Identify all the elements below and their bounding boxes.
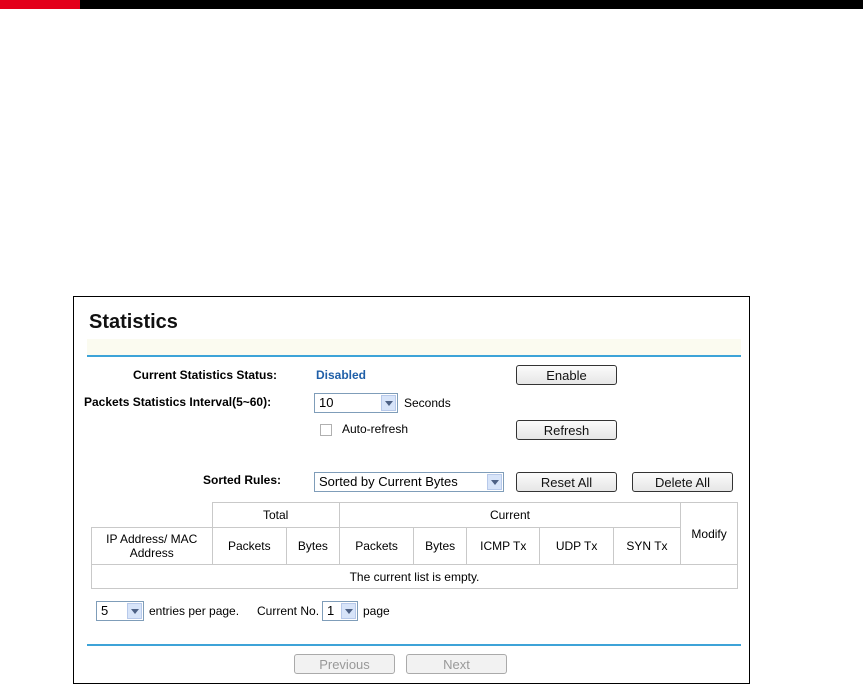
- header-current-bytes: Bytes: [413, 527, 468, 565]
- page-select[interactable]: 1: [322, 601, 358, 621]
- chevron-down-icon[interactable]: [341, 603, 356, 619]
- table-header-row-columns: IP Address/ MAC Address Packets Bytes Pa…: [91, 527, 738, 565]
- table-empty-row: The current list is empty.: [91, 564, 738, 589]
- enable-button[interactable]: Enable: [516, 365, 617, 385]
- title-band: [87, 339, 741, 355]
- status-label: Current Statistics Status:: [133, 368, 278, 382]
- header-total-bytes: Bytes: [286, 527, 340, 565]
- current-no-label: Current No.: [257, 604, 320, 618]
- status-value: Disabled: [316, 368, 367, 382]
- sorted-rules-value: Sorted by Current Bytes: [319, 474, 458, 489]
- refresh-button[interactable]: Refresh: [516, 420, 617, 440]
- next-button[interactable]: Next: [406, 654, 507, 674]
- entries-value: 5: [101, 603, 109, 618]
- interval-label: Packets Statistics Interval(5~60):: [84, 395, 272, 409]
- header-syn-tx: SYN Tx: [612, 527, 682, 565]
- header-total-packets: Packets: [211, 527, 288, 565]
- statistics-panel: Statistics Current Statistics Status: Di…: [73, 296, 750, 684]
- table-header-row-groups: Total Current Modify: [91, 502, 738, 565]
- header-blank: [91, 502, 213, 528]
- top-divider: [87, 355, 741, 357]
- header-current-packets: Packets: [338, 527, 415, 565]
- header-udp-tx: UDP Tx: [539, 527, 614, 565]
- entries-label: entries per page.: [149, 604, 240, 618]
- reset-all-button[interactable]: Reset All: [516, 472, 617, 492]
- previous-button[interactable]: Previous: [294, 654, 395, 674]
- header-ip-address: IP Address/ MAC Address: [91, 527, 213, 565]
- bottom-divider: [87, 644, 741, 646]
- sorted-rules-select[interactable]: Sorted by Current Bytes: [314, 472, 504, 492]
- interval-select[interactable]: 10: [314, 393, 398, 413]
- brand-stripe: [0, 0, 80, 9]
- chevron-down-icon[interactable]: [487, 474, 502, 490]
- page-label: page: [363, 604, 390, 618]
- header-total: Total: [211, 502, 340, 528]
- header-current: Current: [338, 502, 682, 528]
- page-value: 1: [327, 603, 335, 618]
- delete-all-button[interactable]: Delete All: [632, 472, 733, 492]
- chevron-down-icon[interactable]: [127, 603, 142, 619]
- auto-refresh-checkbox[interactable]: [320, 424, 332, 436]
- entries-per-page-select[interactable]: 5: [96, 601, 144, 621]
- interval-unit: Seconds: [404, 396, 451, 410]
- chevron-down-icon[interactable]: [381, 395, 396, 411]
- header-modify: Modify: [680, 502, 738, 565]
- auto-refresh-label: Auto-refresh: [342, 422, 409, 436]
- interval-select-value: 10: [319, 395, 334, 410]
- empty-message: The current list is empty.: [91, 564, 738, 589]
- statistics-table: Total Current Modify IP Address/ MAC Add…: [91, 502, 738, 589]
- sorted-rules-label: Sorted Rules:: [203, 473, 282, 487]
- top-banner: [0, 0, 863, 9]
- header-icmp-tx: ICMP Tx: [466, 527, 541, 565]
- page-title: Statistics: [89, 311, 178, 333]
